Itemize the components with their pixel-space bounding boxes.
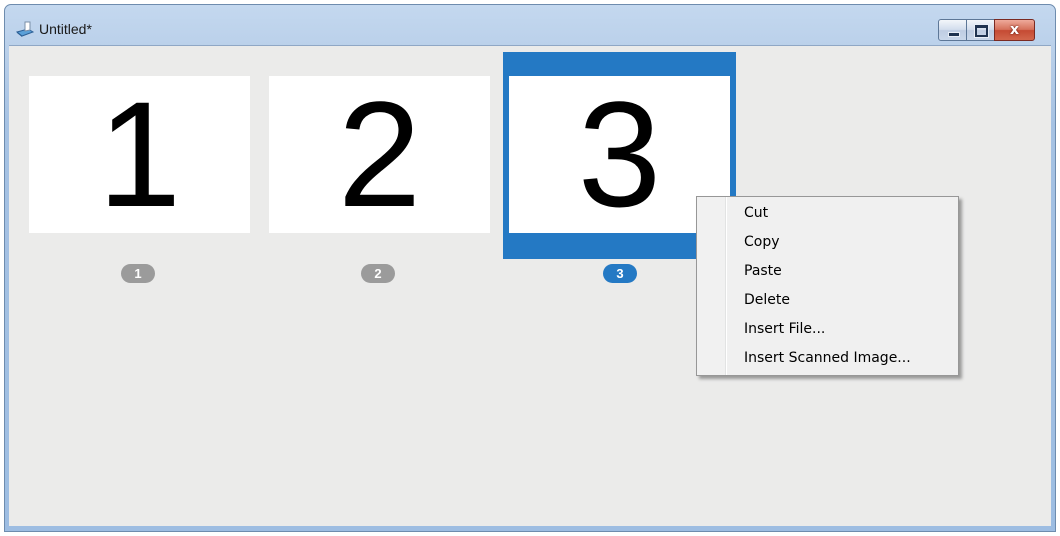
- context-menu: Cut Copy Paste Delete Insert File... Ins…: [696, 196, 959, 376]
- page-number-badge: 2: [361, 264, 395, 283]
- menu-item-insert-file[interactable]: Insert File...: [699, 315, 956, 343]
- menu-item-label: Cut: [744, 205, 769, 221]
- menu-item-label: Insert Scanned Image...: [744, 350, 911, 366]
- page-number-badge: 1: [121, 264, 155, 283]
- close-icon: x: [1009, 22, 1020, 38]
- page-thumbnail-2[interactable]: 2: [269, 76, 490, 233]
- scanner-app-icon: [15, 20, 35, 38]
- page-thumbnail-1[interactable]: 1: [29, 76, 250, 233]
- minimize-button[interactable]: [938, 19, 967, 41]
- title-bar[interactable]: Untitled* x: [5, 5, 1055, 45]
- menu-item-delete[interactable]: Delete: [699, 286, 956, 314]
- menu-item-cut[interactable]: Cut: [699, 199, 956, 227]
- minimize-icon: [948, 32, 960, 37]
- menu-item-label: Copy: [744, 234, 780, 250]
- menu-item-label: Paste: [744, 263, 782, 279]
- maximize-icon: [975, 25, 988, 37]
- menu-item-paste[interactable]: Paste: [699, 257, 956, 285]
- menu-item-label: Delete: [744, 292, 790, 308]
- menu-item-copy[interactable]: Copy: [699, 228, 956, 256]
- menu-item-insert-scanned-image[interactable]: Insert Scanned Image...: [699, 344, 956, 372]
- close-button[interactable]: x: [994, 19, 1035, 41]
- page-thumbnail-content: 2: [337, 70, 422, 238]
- window-title: Untitled*: [39, 21, 92, 37]
- page-thumbnail-content: 1: [97, 70, 182, 238]
- menu-item-label: Insert File...: [744, 321, 826, 337]
- page-number-badge-selected: 3: [603, 264, 637, 283]
- maximize-button[interactable]: [966, 19, 995, 41]
